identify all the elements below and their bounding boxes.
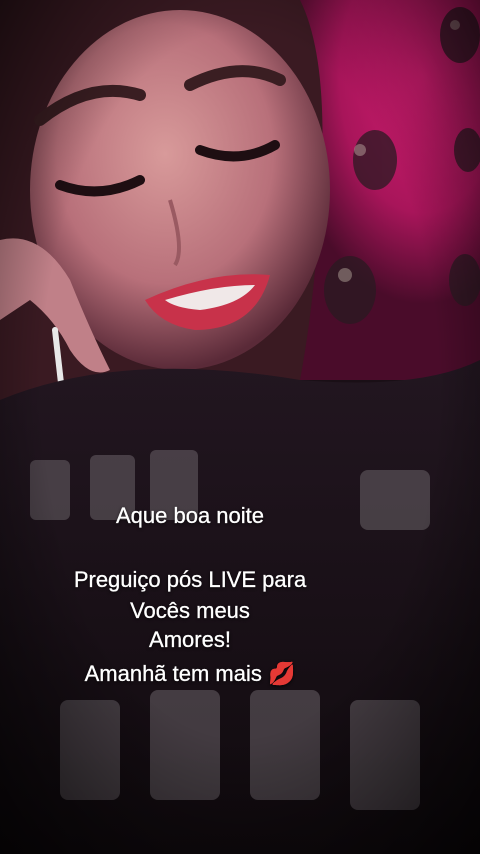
caption-line-3: Vocês meus bbox=[0, 596, 430, 626]
caption-text: Vocês meus bbox=[130, 598, 250, 623]
caption-text: Aque boa noite bbox=[115, 503, 265, 528]
caption-text: Preguiço pós LIVE para bbox=[73, 567, 307, 592]
caption-text: Amanhã tem mais 💋 bbox=[84, 661, 296, 686]
caption-text: Amores! bbox=[149, 627, 231, 652]
story-photo bbox=[0, 0, 480, 854]
caption-line-1: Aque boa noite bbox=[0, 501, 430, 531]
caption-line-5: Amanhã tem mais 💋 bbox=[0, 659, 430, 689]
story-viewer[interactable]: Aque boa noite Preguiço pós LIVE para Vo… bbox=[0, 0, 480, 854]
caption-line-2: Preguiço pós LIVE para bbox=[0, 565, 430, 595]
caption-line-4: Amores! bbox=[0, 625, 430, 655]
